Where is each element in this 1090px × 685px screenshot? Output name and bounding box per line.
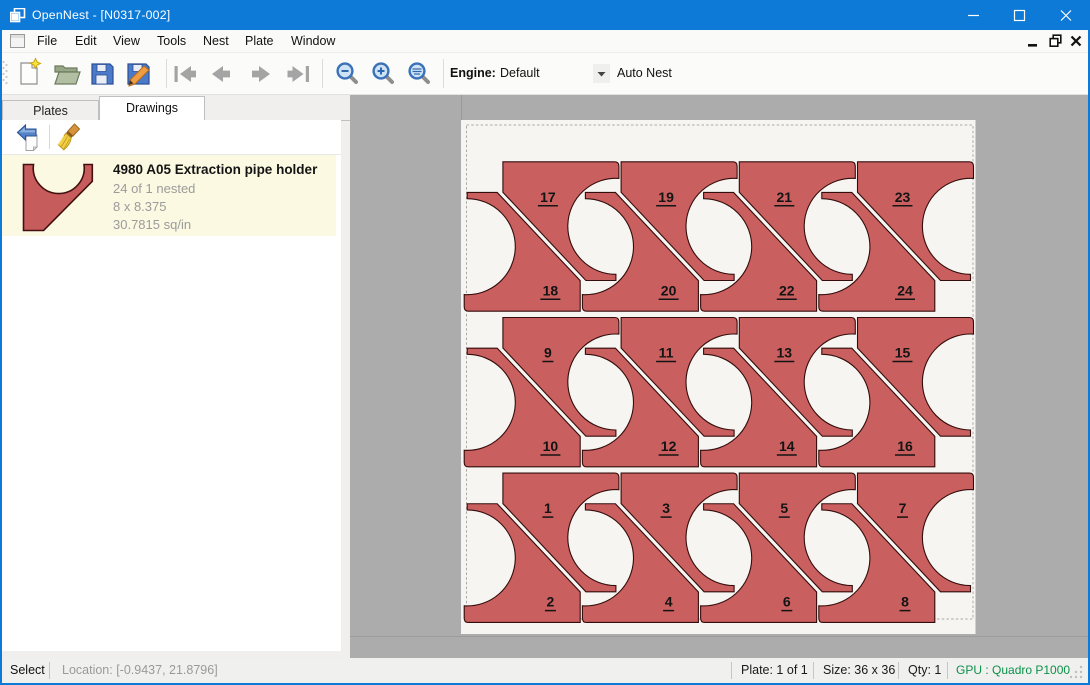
svg-text:9: 9	[544, 345, 552, 361]
svg-text:12: 12	[661, 438, 677, 454]
svg-text:7: 7	[899, 500, 907, 516]
svg-text:17: 17	[540, 189, 556, 205]
svg-text:22: 22	[779, 282, 795, 298]
svg-text:14: 14	[779, 438, 795, 454]
svg-text:18: 18	[543, 282, 559, 298]
svg-text:24: 24	[897, 282, 913, 298]
svg-text:11: 11	[659, 345, 674, 361]
svg-text:16: 16	[897, 438, 913, 454]
svg-text:1: 1	[544, 500, 552, 516]
svg-text:2: 2	[547, 594, 555, 610]
svg-text:13: 13	[777, 345, 793, 361]
svg-text:15: 15	[895, 345, 911, 361]
svg-text:21: 21	[777, 189, 793, 205]
svg-text:4: 4	[665, 594, 673, 610]
svg-text:3: 3	[662, 500, 670, 516]
svg-text:5: 5	[780, 500, 788, 516]
svg-text:19: 19	[658, 189, 674, 205]
svg-text:20: 20	[661, 282, 677, 298]
svg-text:6: 6	[783, 594, 791, 610]
svg-text:8: 8	[901, 594, 909, 610]
svg-text:23: 23	[895, 189, 911, 205]
svg-text:10: 10	[543, 438, 559, 454]
